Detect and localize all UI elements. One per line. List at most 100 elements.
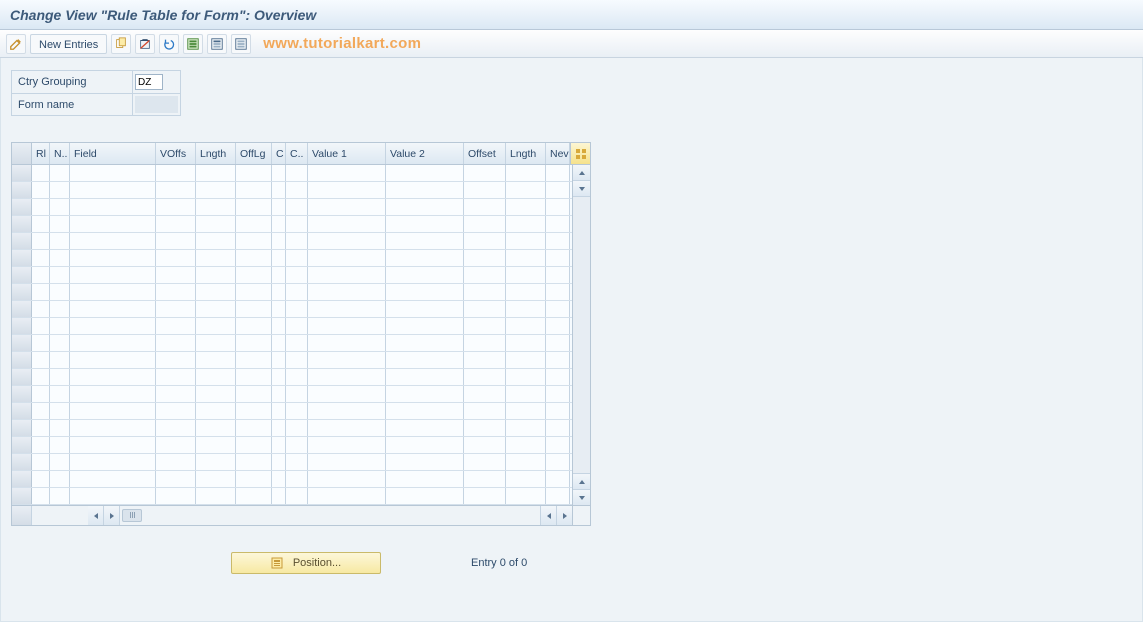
cell-v2[interactable]	[386, 386, 464, 402]
cell-c2[interactable]	[286, 488, 308, 504]
cell-offlg[interactable]	[236, 233, 272, 249]
cell-offlg[interactable]	[236, 250, 272, 266]
scroll-right-step-icon[interactable]	[104, 506, 120, 525]
cell-off2[interactable]	[464, 369, 506, 385]
cell-c1[interactable]	[272, 165, 286, 181]
cell-offlg[interactable]	[236, 403, 272, 419]
cell-lngth2[interactable]	[506, 199, 546, 215]
cell-field[interactable]	[70, 301, 156, 317]
cell-off2[interactable]	[464, 488, 506, 504]
cell-field[interactable]	[70, 454, 156, 470]
cell-v2[interactable]	[386, 437, 464, 453]
copy-icon[interactable]	[111, 34, 131, 54]
cell-rl[interactable]	[32, 165, 50, 181]
cell-sel[interactable]	[12, 437, 32, 453]
cell-nev[interactable]	[546, 369, 570, 385]
cell-v1[interactable]	[308, 301, 386, 317]
cell-voffs[interactable]	[156, 471, 196, 487]
cell-lngth2[interactable]	[506, 420, 546, 436]
cell-lngth2[interactable]	[506, 301, 546, 317]
cell-off2[interactable]	[464, 352, 506, 368]
cell-n[interactable]	[50, 420, 70, 436]
table-row[interactable]	[12, 318, 572, 335]
cell-lngth[interactable]	[196, 199, 236, 215]
cell-c1[interactable]	[272, 369, 286, 385]
cell-field[interactable]	[70, 369, 156, 385]
table-row[interactable]	[12, 420, 572, 437]
cell-v2[interactable]	[386, 182, 464, 198]
cell-sel[interactable]	[12, 182, 32, 198]
cell-v2[interactable]	[386, 233, 464, 249]
scroll-down-icon[interactable]	[573, 489, 590, 505]
cell-field[interactable]	[70, 318, 156, 334]
cell-sel[interactable]	[12, 471, 32, 487]
cell-field[interactable]	[70, 471, 156, 487]
cell-rl[interactable]	[32, 301, 50, 317]
cell-v2[interactable]	[386, 301, 464, 317]
cell-lngth2[interactable]	[506, 335, 546, 351]
cell-c1[interactable]	[272, 488, 286, 504]
cell-lngth[interactable]	[196, 301, 236, 317]
col-c2[interactable]: C..	[286, 143, 308, 164]
table-row[interactable]	[12, 165, 572, 182]
cell-offlg[interactable]	[236, 318, 272, 334]
cell-voffs[interactable]	[156, 437, 196, 453]
cell-c2[interactable]	[286, 471, 308, 487]
cell-nev[interactable]	[546, 301, 570, 317]
cell-v2[interactable]	[386, 165, 464, 181]
table-row[interactable]	[12, 352, 572, 369]
cell-c2[interactable]	[286, 284, 308, 300]
cell-c2[interactable]	[286, 352, 308, 368]
cell-v1[interactable]	[308, 420, 386, 436]
table-row[interactable]	[12, 335, 572, 352]
cell-voffs[interactable]	[156, 284, 196, 300]
table-config-icon[interactable]	[570, 143, 590, 164]
cell-offlg[interactable]	[236, 471, 272, 487]
cell-lngth2[interactable]	[506, 437, 546, 453]
cell-v2[interactable]	[386, 403, 464, 419]
cell-field[interactable]	[70, 250, 156, 266]
cell-v1[interactable]	[308, 182, 386, 198]
col-rl[interactable]: Rl	[32, 143, 50, 164]
cell-c1[interactable]	[272, 199, 286, 215]
hscroll-track[interactable]	[144, 506, 540, 525]
cell-sel[interactable]	[12, 165, 32, 181]
cell-lngth2[interactable]	[506, 250, 546, 266]
cell-off2[interactable]	[464, 454, 506, 470]
select-all-icon[interactable]	[183, 34, 203, 54]
cell-lngth2[interactable]	[506, 233, 546, 249]
cell-v1[interactable]	[308, 386, 386, 402]
cell-rl[interactable]	[32, 454, 50, 470]
cell-rl[interactable]	[32, 386, 50, 402]
cell-c2[interactable]	[286, 403, 308, 419]
table-row[interactable]	[12, 216, 572, 233]
cell-off2[interactable]	[464, 403, 506, 419]
cell-off2[interactable]	[464, 284, 506, 300]
cell-voffs[interactable]	[156, 488, 196, 504]
cell-field[interactable]	[70, 216, 156, 232]
cell-v2[interactable]	[386, 454, 464, 470]
table-row[interactable]	[12, 488, 572, 505]
cell-rl[interactable]	[32, 267, 50, 283]
cell-field[interactable]	[70, 386, 156, 402]
cell-c2[interactable]	[286, 318, 308, 334]
cell-n[interactable]	[50, 284, 70, 300]
cell-c1[interactable]	[272, 250, 286, 266]
table-body[interactable]	[12, 165, 572, 505]
cell-c1[interactable]	[272, 386, 286, 402]
table-row[interactable]	[12, 182, 572, 199]
cell-sel[interactable]	[12, 369, 32, 385]
cell-sel[interactable]	[12, 352, 32, 368]
cell-offlg[interactable]	[236, 335, 272, 351]
cell-rl[interactable]	[32, 199, 50, 215]
cell-nev[interactable]	[546, 233, 570, 249]
cell-nev[interactable]	[546, 386, 570, 402]
cell-v1[interactable]	[308, 216, 386, 232]
cell-lngth2[interactable]	[506, 216, 546, 232]
cell-nev[interactable]	[546, 182, 570, 198]
cell-n[interactable]	[50, 233, 70, 249]
cell-voffs[interactable]	[156, 233, 196, 249]
cell-offlg[interactable]	[236, 352, 272, 368]
cell-rl[interactable]	[32, 318, 50, 334]
cell-v2[interactable]	[386, 318, 464, 334]
